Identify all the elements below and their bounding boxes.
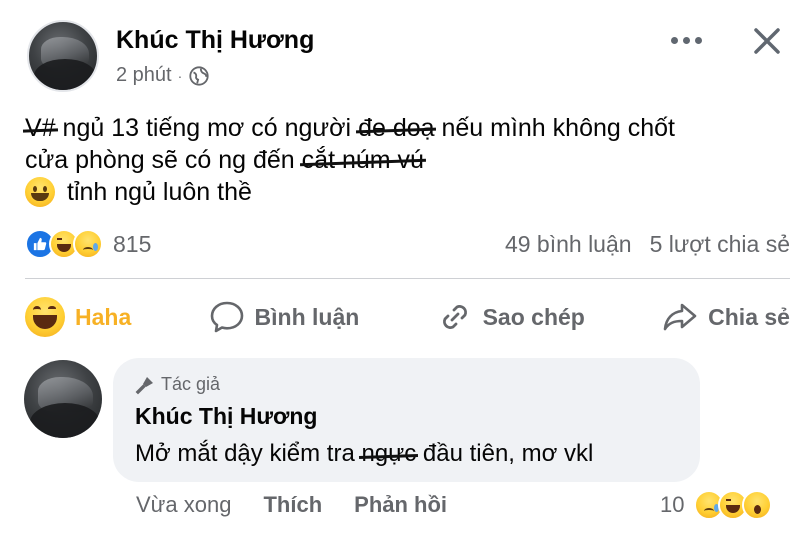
post-text-segment: cửa phòng sẽ có ng đến — [25, 146, 302, 174]
reaction-icons[interactable] — [25, 229, 103, 259]
post-actions: Haha Bình luận Sao chép Chia sẻ — [25, 294, 790, 340]
comment-reaction-count: 10 — [660, 492, 685, 517]
copy-link-button[interactable]: Sao chép — [437, 299, 585, 335]
copy-link-label: Sao chép — [482, 303, 585, 330]
comment-label: Bình luận — [254, 303, 360, 330]
struck-word: đe doạ — [358, 114, 435, 142]
commenter-avatar[interactable] — [24, 360, 102, 438]
post-text-segment: nếu mình không chốt — [434, 114, 675, 142]
reaction-count[interactable]: 815 — [113, 231, 151, 258]
share-label: Chia sẻ — [708, 303, 790, 330]
haha-label: Haha — [75, 303, 132, 330]
author-avatar[interactable] — [27, 20, 99, 92]
globe-icon — [189, 65, 209, 86]
comment-time[interactable]: Vừa xong — [136, 492, 231, 518]
close-icon[interactable] — [748, 22, 786, 60]
copy-link-icon — [442, 305, 467, 329]
post-text-line-1: V# ngủ 13 tiếng mơ có người đe doạ nếu m… — [25, 112, 675, 144]
post-text-line-2: cửa phòng sẽ có ng đến cắt núm vú — [25, 144, 675, 176]
comment-text-segment: đầu tiên, mơ vkl — [416, 440, 594, 467]
post-author-name[interactable]: Khúc Thị Hương — [116, 26, 314, 55]
divider — [25, 278, 790, 279]
reactions-summary: 815 49 bình luận 5 lượt chia sẻ — [25, 228, 790, 260]
post-time[interactable]: 2 phút — [116, 64, 172, 87]
share-button[interactable]: Chia sẻ — [662, 299, 790, 335]
comment-count[interactable]: 49 bình luận — [505, 231, 632, 258]
comment-text-segment: Mở mắt dậy kiểm tra — [135, 440, 362, 467]
more-icon[interactable] — [666, 30, 706, 50]
post-text-segment: tỉnh ngủ luôn thề — [67, 178, 252, 206]
comment-author-name[interactable]: Khúc Thị Hương — [135, 403, 317, 430]
post-text: V# ngủ 13 tiếng mơ có người đe doạ nếu m… — [25, 112, 675, 208]
comment-bubble[interactable]: Tác giả Khúc Thị Hương Mở mắt dậy kiểm t… — [113, 358, 700, 482]
comment-reactions[interactable]: 10 — [660, 490, 773, 520]
comment-footer: Vừa xong Thích Phản hồi — [136, 492, 447, 518]
haha-icon — [25, 297, 65, 337]
struck-word: V# — [25, 114, 56, 142]
author-badge-label: Tác giả — [161, 374, 221, 394]
post-meta: 2 phút · — [116, 64, 210, 87]
wow-reaction-icon — [742, 490, 773, 520]
mic-icon — [135, 376, 153, 394]
grinning-emoji-icon — [25, 177, 55, 207]
author-badge: Tác giả — [135, 374, 220, 395]
haha-button[interactable]: Haha — [25, 297, 131, 337]
share-count[interactable]: 5 lượt chia sẻ — [650, 231, 790, 258]
comment-icon — [210, 301, 243, 333]
comment-text: Mở mắt dậy kiểm tra ngực đầu tiên, mơ vk… — [135, 440, 593, 468]
sad-reaction-icon — [73, 229, 103, 259]
comment-button[interactable]: Bình luận — [209, 299, 360, 335]
struck-word: ngực — [361, 440, 417, 467]
comment-reply-button[interactable]: Phản hồi — [354, 492, 447, 518]
comment-like-button[interactable]: Thích — [263, 492, 322, 518]
post-text-line-3: tỉnh ngủ luôn thề — [25, 176, 675, 208]
post-text-segment: ngủ 13 tiếng mơ có người — [55, 114, 359, 142]
struck-word: cắt núm vú — [301, 146, 424, 174]
engagement-counts: 49 bình luận 5 lượt chia sẻ — [505, 231, 790, 258]
meta-separator: · — [177, 67, 183, 84]
share-icon — [663, 303, 697, 331]
